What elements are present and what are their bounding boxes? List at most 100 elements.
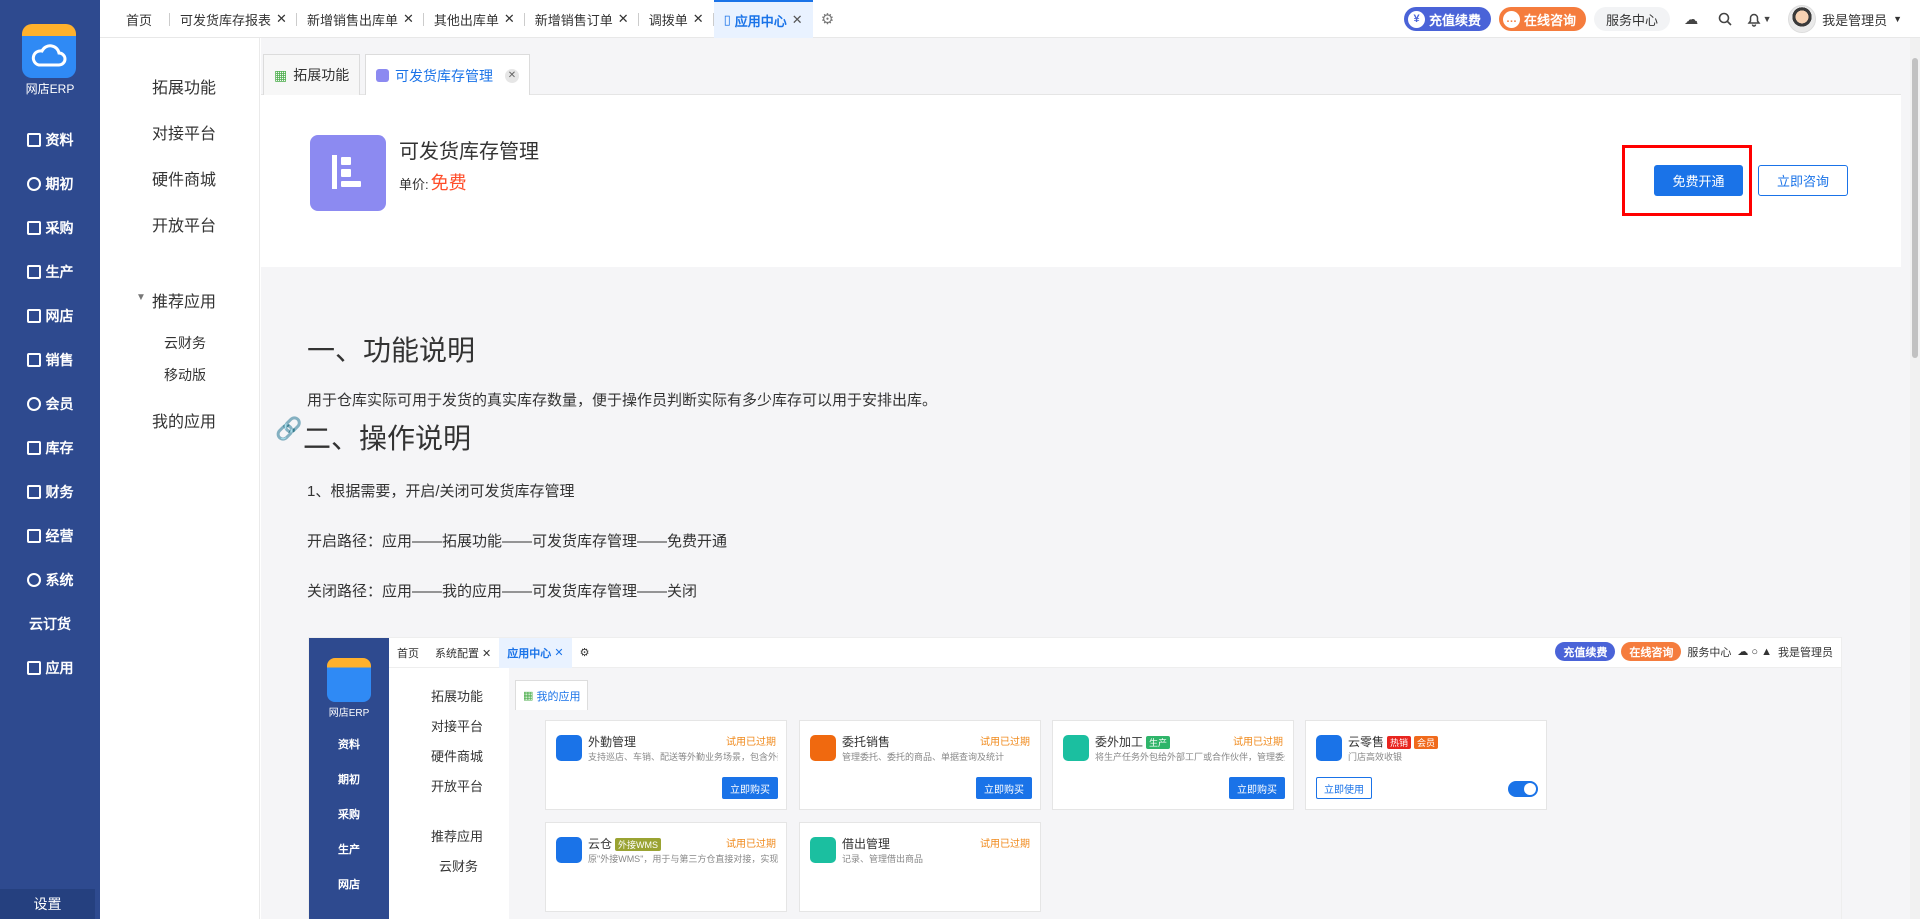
left-nav: 网店ERP 资料 期初 采购 生产 网店 销售 会员 库存 财务 经营 系统 云订货 应用 设置 bbox=[0, 0, 100, 919]
close-path-text: 关闭路径：应用——我的应用——可发货库存管理——关闭 bbox=[307, 583, 698, 600]
side-item-open[interactable]: 开放平台 bbox=[152, 212, 216, 236]
recharge-button[interactable]: ¥ 充值续费 bbox=[1404, 7, 1492, 31]
close-icon[interactable]: ✕ bbox=[276, 11, 287, 27]
nav-item[interactable]: 库存 bbox=[0, 426, 100, 470]
card-title: 云仓 外接WMS bbox=[588, 835, 662, 852]
close-icon[interactable]: ✕ bbox=[403, 11, 414, 27]
tab-inventory-mgmt[interactable]: 可发货库存管理 ✕ bbox=[365, 54, 530, 96]
top-tab[interactable]: 首页 bbox=[100, 0, 171, 38]
card-title: 外勤管理 bbox=[588, 735, 637, 749]
settings-button[interactable]: 设置 bbox=[0, 889, 95, 919]
consult-now-button[interactable]: 立即咨询 bbox=[1758, 165, 1848, 196]
gear-icon bbox=[26, 573, 41, 587]
bell-icon[interactable]: ▼ bbox=[1746, 7, 1772, 31]
gear-icon[interactable]: ⚙ bbox=[813, 10, 842, 28]
inner-side-item: 开放平台 bbox=[431, 779, 484, 794]
side-group-recommended[interactable]: 推荐应用 bbox=[152, 288, 216, 312]
nav-item[interactable]: 财务 bbox=[0, 470, 100, 514]
app-icon bbox=[1063, 735, 1089, 761]
top-tab[interactable]: ▯ 应用中心 ✕ bbox=[713, 0, 813, 38]
inner-nav-item: 期初 bbox=[338, 774, 360, 786]
caret-down-icon[interactable]: ▼ bbox=[136, 292, 146, 303]
card-badge: 热销 bbox=[1387, 736, 1412, 749]
card-status: 试用已过期 bbox=[1233, 737, 1283, 748]
top-tab[interactable]: 调拨单 ✕ bbox=[639, 0, 714, 38]
nav-item[interactable]: 生产 bbox=[0, 250, 100, 294]
card-button: 立即使用 bbox=[1316, 777, 1372, 799]
nav-item[interactable]: 资料 bbox=[0, 118, 100, 162]
scrollbar-thumb[interactable] bbox=[1912, 58, 1918, 358]
top-tabs: 首页 可发货库存报表 ✕ 新增销售出库单 ✕ 其他出库单 ✕ 新增销售订单 ✕ 调拨单 ✕ ▯ 应用中心… bbox=[100, 0, 842, 38]
card-desc: 门店高效收银 bbox=[1348, 752, 1403, 762]
inner-erp-logo bbox=[327, 658, 371, 702]
nav-item[interactable]: 会员 bbox=[0, 382, 100, 426]
close-icon[interactable]: ✕ bbox=[504, 11, 515, 27]
scrollbar[interactable] bbox=[1910, 38, 1920, 919]
plus-icon bbox=[26, 661, 41, 675]
card-desc: 支持巡店、车销、配送等外勤业务场景，包含外勤计... bbox=[588, 752, 778, 762]
inner-tab: 系统配置 ✕ bbox=[435, 647, 492, 660]
side-item-my-apps[interactable]: 我的应用 bbox=[152, 408, 216, 432]
top-tab[interactable]: 可发货库存报表 ✕ bbox=[170, 0, 297, 38]
inner-logo-text: 网店ERP bbox=[328, 708, 370, 719]
nav-item[interactable]: 系统 bbox=[0, 558, 100, 602]
close-icon[interactable]: ✕ bbox=[693, 11, 704, 27]
user-menu[interactable]: 我是管理员 ▼ bbox=[1788, 5, 1902, 33]
top-tab[interactable]: 新增销售订单 ✕ bbox=[525, 0, 639, 38]
pie-icon bbox=[26, 397, 41, 411]
free-open-button[interactable]: 免费开通 bbox=[1654, 165, 1743, 196]
service-center-button[interactable]: 服务中心 bbox=[1594, 7, 1671, 31]
download-cloud-icon[interactable]: ☁ bbox=[1678, 7, 1704, 31]
inner-recharge-pill: 充值续费 bbox=[1555, 642, 1616, 661]
inner-side-item: 硬件商城 bbox=[431, 749, 484, 764]
inner-side-item: 云财务 bbox=[439, 859, 479, 874]
inner-service: 服务中心 bbox=[1687, 646, 1732, 659]
section-heading-operation: 二、操作说明 bbox=[303, 423, 472, 454]
side-item-extend[interactable]: 拓展功能 bbox=[152, 74, 216, 98]
inner-consult-pill: 在线咨询 bbox=[1621, 642, 1682, 661]
inner-app-card: 外勤管理 试用已过期支持巡店、车销、配送等外勤业务场景，包含外勤计... 立即购买 bbox=[545, 720, 787, 810]
target-icon bbox=[26, 177, 41, 191]
top-tab[interactable]: 其他出库单 ✕ bbox=[424, 0, 525, 38]
grid-icon: ▦ bbox=[274, 66, 288, 83]
tab-extend[interactable]: ▦ 拓展功能 bbox=[263, 54, 361, 95]
factory-icon bbox=[26, 265, 41, 279]
card-badge: 会员 bbox=[1414, 736, 1439, 749]
card-desc: 将生产任务外包给外部工厂或合作伙伴，管理委外商... bbox=[1095, 752, 1285, 762]
side-item-hardware[interactable]: 硬件商城 bbox=[152, 166, 216, 190]
close-icon[interactable]: ✕ bbox=[618, 11, 629, 27]
search-icon[interactable] bbox=[1712, 7, 1738, 31]
logo-text: 网店ERP bbox=[25, 82, 75, 96]
card-status: 试用已过期 bbox=[980, 737, 1030, 748]
finance-icon bbox=[26, 485, 41, 499]
store-icon bbox=[26, 309, 41, 323]
nav-item[interactable]: 网店 bbox=[0, 294, 100, 338]
card-status: 试用已过期 bbox=[726, 737, 776, 748]
top-bar: 首页 可发货库存报表 ✕ 新增销售出库单 ✕ 其他出库单 ✕ 新增销售订单 ✕ 调拨单 ✕ ▯ 应用中心… bbox=[100, 0, 1920, 38]
nav-item[interactable]: 采购 bbox=[0, 206, 100, 250]
nav-item[interactable]: 销售 bbox=[0, 338, 100, 382]
nav-item[interactable]: 期初 bbox=[0, 162, 100, 206]
inner-nav-item: 网店 bbox=[338, 879, 360, 891]
inner-top-right: 充值续费 在线咨询 服务中心 ☁ ○ ▲ 我是管理员 bbox=[1555, 642, 1833, 661]
inner-app-card: 委外加工生产 试用已过期将生产任务外包给外部工厂或合作伙伴，管理委外商... 立即购… bbox=[1052, 720, 1294, 810]
inner-app-card: 云零售 热销 会员 门店高效收银 立即使用 bbox=[1305, 720, 1547, 810]
avatar bbox=[1788, 5, 1817, 33]
content-area: ▦ 拓展功能 可发货库存管理 ✕ 可发货库存管理 单价: 免费 免费开通 立即咨询… bbox=[261, 38, 1920, 919]
side-sub-mobile[interactable]: 移动版 bbox=[164, 365, 206, 385]
nav-item[interactable]: 应用 bbox=[0, 646, 100, 690]
top-tab[interactable]: 新增销售出库单 ✕ bbox=[297, 0, 424, 38]
side-sub-cloud-finance[interactable]: 云财务 bbox=[164, 333, 206, 353]
nav-item[interactable]: 经营 bbox=[0, 514, 100, 558]
side-item-platform[interactable]: 对接平台 bbox=[152, 120, 216, 144]
inner-gear-icon: ⚙ bbox=[579, 647, 590, 659]
online-consult-button[interactable]: … 在线咨询 bbox=[1499, 7, 1587, 31]
erp-logo[interactable] bbox=[22, 24, 76, 78]
inner-main: ▦ 我的应用 外勤管理试用已过期支持巡店、车销、配送等外勤业务场景，包含外勤计.… bbox=[509, 668, 1841, 919]
nav-item[interactable]: 云订货 bbox=[0, 602, 100, 646]
nav-list: 资料 期初 采购 生产 网店 销售 会员 库存 财务 经营 系统 云订货 应用 bbox=[0, 118, 100, 690]
inner-nav-item: 生产 bbox=[338, 844, 360, 856]
close-icon[interactable]: ✕ bbox=[792, 12, 803, 28]
card-button: 立即购买 bbox=[976, 777, 1032, 799]
close-icon[interactable]: ✕ bbox=[505, 68, 519, 83]
